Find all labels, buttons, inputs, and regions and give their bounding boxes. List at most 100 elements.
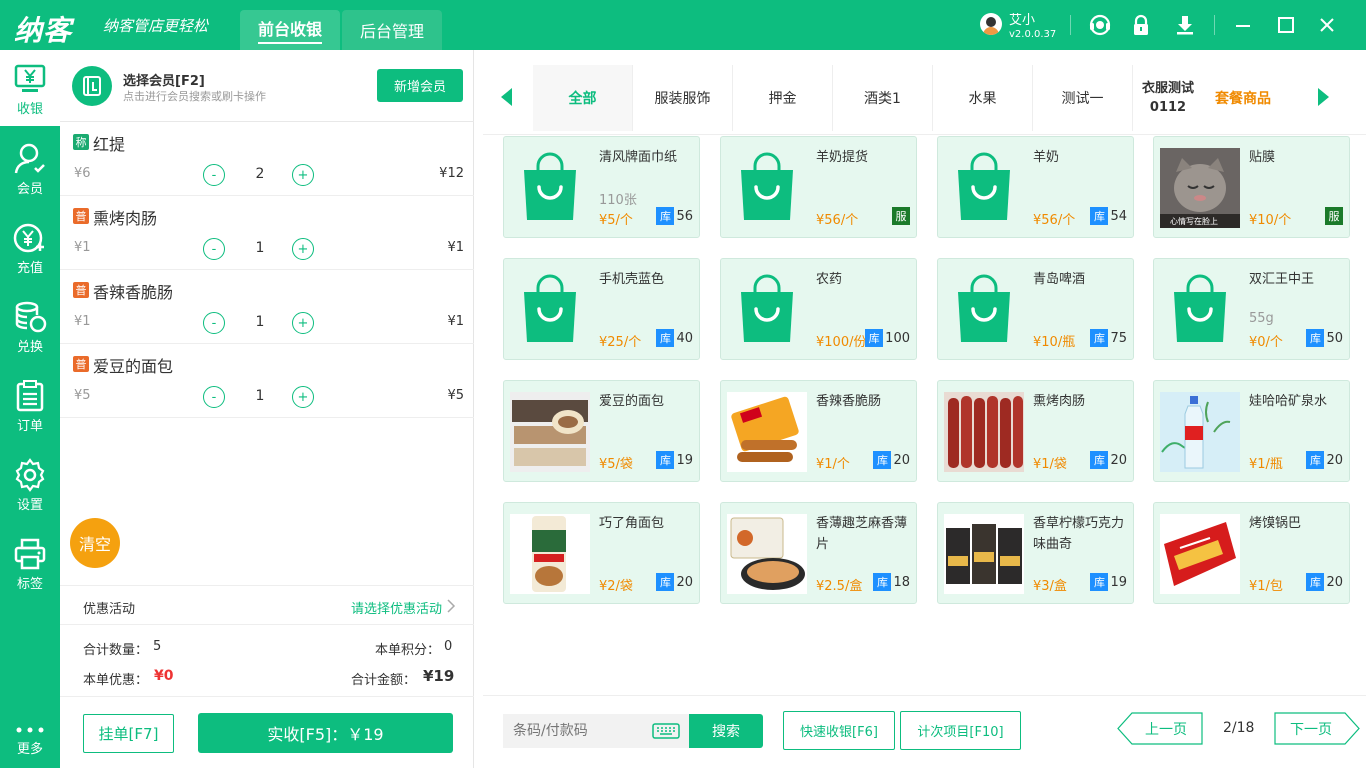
product-card[interactable]: 烤馍锅巴 ¥1/包 库 20	[1153, 502, 1350, 604]
cart-item-name: 爱豆的面包	[93, 357, 174, 376]
minimize-icon[interactable]	[1230, 12, 1256, 38]
stock-info: 库 19	[1090, 573, 1127, 591]
stock-tag: 库	[656, 207, 675, 225]
sidebar-item-more[interactable]: 更多	[0, 710, 60, 768]
qty-minus-button[interactable]: -	[203, 164, 225, 186]
stock-tag: 库	[1306, 451, 1325, 469]
headset-icon[interactable]	[1087, 12, 1113, 38]
category-tab-all[interactable]: 全部	[533, 65, 633, 131]
qty-minus-button[interactable]: -	[203, 312, 225, 334]
category-tab[interactable]: 押金	[733, 65, 833, 131]
product-card[interactable]: 羊奶提货 ¥56/个 服	[720, 136, 917, 238]
sidebar-item-recharge[interactable]: 充值	[0, 209, 60, 285]
sidebar-item-exchange[interactable]: 兑换	[0, 288, 60, 364]
sidebar-item-settings[interactable]: 设置	[0, 446, 60, 522]
sidebar-item-cashier[interactable]: 收银	[0, 50, 60, 126]
discount-value: ¥0	[154, 668, 174, 684]
amount-label: 合计金额：	[351, 673, 417, 688]
product-card[interactable]: 香薄趣芝麻香薄片 ¥2.5/盒库 18	[720, 502, 917, 604]
sidebar-item-member[interactable]: 会员	[0, 130, 60, 206]
cart-item-qty[interactable]: 1	[250, 388, 270, 404]
product-card[interactable]: 农药 ¥100/份库 100	[720, 258, 917, 360]
checkout-button[interactable]: 实收[F5]：￥19	[198, 713, 453, 753]
product-card[interactable]: 清风牌面巾纸 110张 ¥5/个 库 56	[503, 136, 700, 238]
promotion-select[interactable]: 请选择优惠活动	[351, 598, 442, 617]
lock-icon[interactable]	[1128, 12, 1154, 38]
stock-info: 库 19	[656, 451, 693, 469]
keyboard-icon[interactable]	[652, 723, 680, 739]
download-icon[interactable]	[1172, 12, 1198, 38]
qty-plus-button[interactable]: +	[292, 238, 314, 260]
hold-order-button[interactable]: 挂单[F7]	[83, 714, 174, 753]
sidebar: 收银 会员 充值 兑换 订单 设置 标签 更多	[0, 50, 60, 768]
cashier-icon	[14, 64, 46, 92]
quick-checkout-button[interactable]: 快速收银[F6]	[783, 711, 895, 750]
promotion-row[interactable]: 优惠活动 请选择优惠活动	[60, 585, 474, 625]
checkout-bar: 挂单[F7] 实收[F5]：￥19	[60, 697, 474, 768]
product-name: 香薄趣芝麻香薄片	[816, 516, 908, 552]
product-price: ¥100/份	[816, 335, 867, 350]
product-card[interactable]: 羊奶 ¥56/个库 54	[937, 136, 1134, 238]
category-tab[interactable]: 测试一	[1033, 65, 1133, 131]
cart-item-qty[interactable]: 1	[250, 314, 270, 330]
category-next-icon[interactable]	[1317, 88, 1329, 110]
category-tab[interactable]: 服装服饰	[633, 65, 733, 131]
product-card[interactable]: 娃哈哈矿泉水 ¥1/瓶 库 20	[1153, 380, 1350, 482]
product-card[interactable]: 双汇王中王 55g ¥0/个 库 50	[1153, 258, 1350, 360]
product-price: ¥1/袋	[1033, 457, 1067, 472]
cart-item-qty[interactable]: 1	[250, 240, 270, 256]
tab-backend-admin[interactable]: 后台管理	[342, 10, 442, 50]
product-price: ¥0/个	[1249, 335, 1283, 350]
cart-item[interactable]: 称 红提 ¥6 - 2 + ¥12	[60, 122, 474, 196]
category-tab[interactable]: 水果	[933, 65, 1033, 131]
more-icon	[16, 727, 44, 733]
product-name: 娃哈哈矿泉水	[1249, 394, 1328, 409]
qty-plus-button[interactable]: +	[292, 312, 314, 334]
stock-tag: 库	[1090, 329, 1109, 347]
category-tab[interactable]: 酒类1	[833, 65, 933, 131]
add-member-button[interactable]: 新增会员	[377, 69, 463, 102]
image-caption: 心情写在脸上	[1170, 217, 1218, 226]
cart-item[interactable]: 普 熏烤肉肠 ¥1 - 1 + ¥1	[60, 196, 474, 270]
search-button[interactable]: 搜索	[689, 714, 763, 748]
qty-plus-button[interactable]: +	[292, 386, 314, 408]
user-name[interactable]: 艾小	[1009, 9, 1035, 28]
cart-item[interactable]: 普 爱豆的面包 ¥5 - 1 + ¥5	[60, 344, 474, 418]
product-card[interactable]: 心情写在脸上 贴膜 ¥10/个 服	[1153, 136, 1350, 238]
maximize-icon[interactable]	[1273, 12, 1299, 38]
product-image	[944, 270, 1024, 350]
qty-plus-button[interactable]: +	[292, 164, 314, 186]
cart-panel: 选择会员[F2] 点击进行会员搜索或刷卡操作 新增会员 称 红提 ¥6 - 2 …	[60, 50, 474, 768]
category-prev-icon[interactable]	[501, 88, 513, 110]
clear-cart-button[interactable]: 清空	[70, 518, 120, 568]
cart-item-total: ¥12	[439, 166, 464, 181]
tab-front-cashier[interactable]: 前台收银	[240, 10, 340, 50]
normal-tag: 普	[73, 282, 89, 298]
sidebar-item-label-print[interactable]: 标签	[0, 525, 60, 601]
product-card[interactable]: 爱豆的面包 ¥5/袋 库 19	[503, 380, 700, 482]
product-card[interactable]: 手机壳蓝色 ¥25/个库 40	[503, 258, 700, 360]
cart-item[interactable]: 普 香辣香脆肠 ¥1 - 1 + ¥1	[60, 270, 474, 344]
cart-item-qty[interactable]: 2	[250, 166, 270, 182]
prev-page-button[interactable]: 上一页	[1117, 712, 1203, 745]
product-image	[727, 148, 807, 228]
count-item-button[interactable]: 计次项目[F10]	[900, 711, 1021, 750]
product-card[interactable]: 熏烤肉肠 ¥1/袋 库 20	[937, 380, 1134, 482]
sidebar-item-order[interactable]: 订单	[0, 367, 60, 443]
product-card[interactable]: 香辣香脆肠 ¥1/个 库 20	[720, 380, 917, 482]
qty-minus-button[interactable]: -	[203, 386, 225, 408]
stock-info: 库 50	[1306, 329, 1343, 347]
barcode-input[interactable]	[503, 714, 643, 748]
qty-minus-button[interactable]: -	[203, 238, 225, 260]
product-card[interactable]: 青岛啤酒 ¥10/瓶库 75	[937, 258, 1134, 360]
product-card[interactable]: 巧了角面包 ¥2/袋 库 20	[503, 502, 700, 604]
category-tab[interactable]: 衣服测试0112	[1133, 65, 1203, 131]
product-card[interactable]: 香草柠檬巧克力味曲奇 ¥3/盒 库 19	[937, 502, 1134, 604]
member-subtitle: 点击进行会员搜索或刷卡操作	[123, 90, 266, 103]
next-page-button[interactable]: 下一页	[1274, 712, 1360, 745]
category-tab[interactable]: 套餐商品	[1203, 65, 1283, 131]
avatar[interactable]	[980, 13, 1002, 35]
product-price: ¥10/瓶	[1033, 335, 1076, 350]
member-selector[interactable]: 选择会员[F2] 点击进行会员搜索或刷卡操作 新增会员	[60, 50, 474, 122]
close-icon[interactable]	[1314, 12, 1340, 38]
